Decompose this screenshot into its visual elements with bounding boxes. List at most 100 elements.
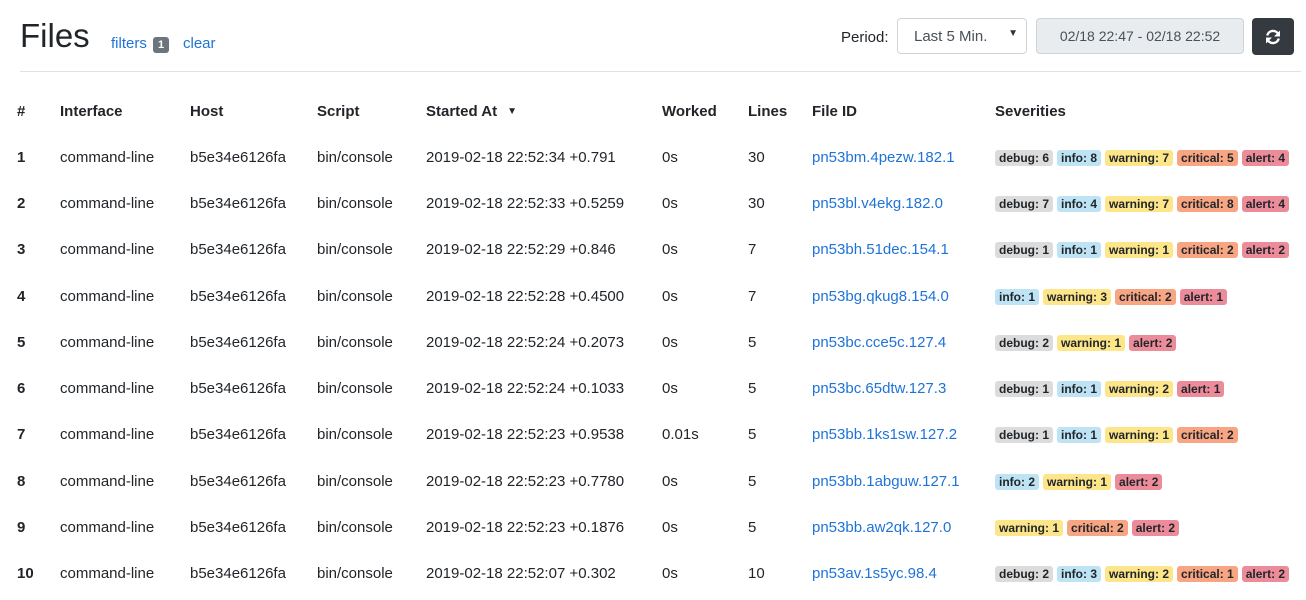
file-id-link[interactable]: pn53av.1s5yc.98.4 xyxy=(812,565,937,582)
interface-cell: command-line xyxy=(60,194,155,212)
script-cell: bin/console xyxy=(317,426,393,444)
lines-cell: 30 xyxy=(748,194,765,212)
severity-badge-alert: alert: 2 xyxy=(1131,520,1180,537)
row-number: 10 xyxy=(17,565,34,583)
file-id-link[interactable]: pn53bm.4pezw.182.1 xyxy=(812,149,955,166)
severity-badge-info: info: 1 xyxy=(995,288,1039,305)
file-id-link[interactable]: pn53bb.1abguw.127.1 xyxy=(812,473,960,490)
column-header-file-id: File ID xyxy=(812,102,858,120)
file-id-link[interactable]: pn53bh.51dec.154.1 xyxy=(812,241,949,258)
column-header-started-at[interactable]: Started At ▼ xyxy=(426,88,662,134)
table-row: 7 command-line b5e34e6126fa bin/console 2019… xyxy=(0,412,1306,458)
file-id-link[interactable]: pn53bb.aw2qk.127.0 xyxy=(812,519,951,536)
table-row: 5 command-line b5e34e6126fa bin/console 2019… xyxy=(0,319,1306,365)
filters-link[interactable]: filters xyxy=(111,35,147,52)
date-range-field[interactable]: 02/18 22:47 - 02/18 22:52 xyxy=(1036,18,1244,54)
severity-badge-warning: warning: 2 xyxy=(1105,566,1174,583)
started-at-cell: 2019-02-18 22:52:29 +0.846 xyxy=(426,241,616,259)
severities-cell: debug: 1 info: 1 warning: 1 critical: 2 xyxy=(995,412,1306,458)
severity-badge-info: info: 4 xyxy=(1057,195,1101,212)
row-number: 2 xyxy=(17,194,26,212)
row-number: 1 xyxy=(17,148,26,166)
severities-cell: debug: 2 info: 3 warning: 2 critical: 1 aler… xyxy=(995,551,1306,597)
table-header-row: # Interface Host Script Started At ▼ Work… xyxy=(0,88,1306,134)
host-cell: b5e34e6126fa xyxy=(190,519,286,537)
severity-badge-debug: debug: 1 xyxy=(995,381,1053,398)
table-row: 4 command-line b5e34e6126fa bin/console 2019… xyxy=(0,273,1306,319)
file-id-cell: pn53bh.51dec.154.1 xyxy=(812,227,995,273)
column-header-started-at-label: Started At xyxy=(426,102,498,120)
severity-badge-info: info: 1 xyxy=(1057,381,1101,398)
worked-cell: 0s xyxy=(662,241,678,259)
file-id-link[interactable]: pn53bg.qkug8.154.0 xyxy=(812,288,949,305)
severity-badge-debug: debug: 2 xyxy=(995,334,1053,351)
host-cell: b5e34e6126fa xyxy=(190,287,286,305)
row-number: 7 xyxy=(17,426,26,444)
lines-cell: 10 xyxy=(748,565,765,583)
script-cell: bin/console xyxy=(317,519,393,537)
interface-cell: command-line xyxy=(60,472,155,490)
severity-badge-info: info: 1 xyxy=(1057,242,1101,259)
interface-cell: command-line xyxy=(60,380,155,398)
severity-badge-alert: alert: 2 xyxy=(1241,242,1290,259)
severities-cell: debug: 7 info: 4 warning: 7 critical: 8 aler… xyxy=(995,180,1306,226)
file-id-cell: pn53bb.1ks1sw.127.2 xyxy=(812,412,995,458)
severity-badge-info: info: 8 xyxy=(1057,149,1101,166)
severities-cell: debug: 1 info: 1 warning: 2 alert: 1 xyxy=(995,365,1306,411)
severities-cell: debug: 2 warning: 1 alert: 2 xyxy=(995,319,1306,365)
interface-cell: command-line xyxy=(60,148,155,166)
severity-badge-warning: warning: 2 xyxy=(1105,381,1174,398)
started-at-cell: 2019-02-18 22:52:33 +0.5259 xyxy=(426,194,625,212)
file-id-link[interactable]: pn53bl.v4ekg.182.0 xyxy=(812,195,943,212)
column-header-lines: Lines xyxy=(748,102,788,120)
started-at-cell: 2019-02-18 22:52:07 +0.302 xyxy=(426,565,616,583)
column-header-worked: Worked xyxy=(662,102,717,120)
row-number: 6 xyxy=(17,380,26,398)
interface-cell: command-line xyxy=(60,426,155,444)
file-id-link[interactable]: pn53bb.1ks1sw.127.2 xyxy=(812,426,957,443)
script-cell: bin/console xyxy=(317,565,393,583)
file-id-link[interactable]: pn53bc.65dtw.127.3 xyxy=(812,380,946,397)
table-row: 6 command-line b5e34e6126fa bin/console 2019… xyxy=(0,365,1306,411)
clear-filters-link[interactable]: clear xyxy=(183,35,216,52)
script-cell: bin/console xyxy=(317,333,393,351)
script-cell: bin/console xyxy=(317,148,393,166)
table-row: 2 command-line b5e34e6126fa bin/console 2019… xyxy=(0,180,1306,226)
row-number: 4 xyxy=(17,287,26,305)
column-header-script: Script xyxy=(317,102,360,120)
severity-badge-warning: warning: 3 xyxy=(1043,288,1112,305)
file-id-link[interactable]: pn53bc.cce5c.127.4 xyxy=(812,334,946,351)
column-header-host: Host xyxy=(190,102,224,120)
host-cell: b5e34e6126fa xyxy=(190,380,286,398)
lines-cell: 7 xyxy=(748,287,757,305)
host-cell: b5e34e6126fa xyxy=(190,565,286,583)
severity-badge-alert: alert: 4 xyxy=(1241,149,1290,166)
script-cell: bin/console xyxy=(317,472,393,490)
worked-cell: 0s xyxy=(662,287,678,305)
file-id-cell: pn53av.1s5yc.98.4 xyxy=(812,551,995,597)
interface-cell: command-line xyxy=(60,519,155,537)
column-header-number: # xyxy=(17,102,26,120)
refresh-icon xyxy=(1266,29,1280,45)
file-id-cell: pn53bm.4pezw.182.1 xyxy=(812,134,995,180)
table-row: 8 command-line b5e34e6126fa bin/console 2019… xyxy=(0,458,1306,504)
refresh-button[interactable] xyxy=(1252,18,1294,55)
file-id-cell: pn53bl.v4ekg.182.0 xyxy=(812,180,995,226)
script-cell: bin/console xyxy=(317,287,393,305)
row-number: 5 xyxy=(17,333,26,351)
interface-cell: command-line xyxy=(60,287,155,305)
chevron-down-icon: ▼ xyxy=(1008,28,1018,39)
severity-badge-alert: alert: 1 xyxy=(1179,288,1228,305)
host-cell: b5e34e6126fa xyxy=(190,194,286,212)
interface-cell: command-line xyxy=(60,333,155,351)
period-select-value: Last 5 Min. xyxy=(914,28,988,45)
severity-badge-info: info: 3 xyxy=(1057,566,1101,583)
lines-cell: 7 xyxy=(748,241,757,259)
lines-cell: 5 xyxy=(748,519,757,537)
severity-badge-info: info: 2 xyxy=(995,473,1039,490)
period-select[interactable]: Last 5 Min. ▼ xyxy=(897,18,1027,54)
host-cell: b5e34e6126fa xyxy=(190,148,286,166)
started-at-cell: 2019-02-18 22:52:24 +0.1033 xyxy=(426,380,625,398)
severity-badge-info: info: 1 xyxy=(1057,427,1101,444)
severities-cell: info: 2 warning: 1 alert: 2 xyxy=(995,458,1306,504)
